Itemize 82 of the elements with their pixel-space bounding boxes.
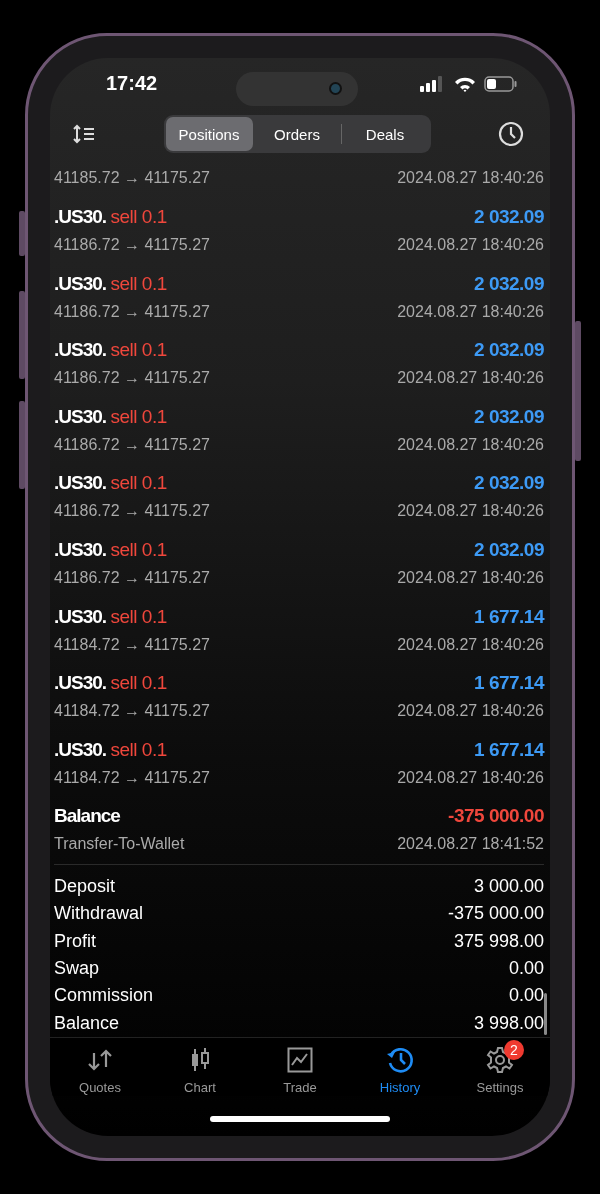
scroll-bar <box>544 993 547 1035</box>
nav-tab[interactable]: Chart <box>150 1038 250 1097</box>
deal-time: 2024.08.27 18:40:26 <box>397 435 544 454</box>
profit-amount: 1 677.14 <box>474 738 544 761</box>
price-range: 41185.72 → 41175.27 <box>54 168 210 187</box>
deal-time: 2024.08.27 18:40:26 <box>397 768 544 787</box>
deal-type: sell 0.1 <box>110 339 167 361</box>
symbol-label: .US30. <box>54 472 107 494</box>
nav-tab[interactable]: Quotes <box>50 1038 150 1097</box>
price-range: 41186.72 → 41175.27 <box>54 236 210 254</box>
profit-amount: 2 032.09 <box>474 405 544 428</box>
profit-amount: 1 677.14 <box>474 672 544 695</box>
deal-time: 2024.08.27 18:40:26 <box>397 236 544 254</box>
arrows-icon <box>86 1047 114 1073</box>
profit-amount: 2 032.09 <box>474 206 544 228</box>
summary-value: 0.00 <box>508 985 544 1007</box>
profit-amount: 2 032.09 <box>474 272 544 295</box>
deal-type: sell 0.1 <box>110 605 167 627</box>
summary-label: Commission <box>54 985 154 1007</box>
profit-amount: -375 000.00 <box>448 805 544 828</box>
symbol-label: .US30. <box>54 738 107 760</box>
deal-time: 2024.08.27 18:40:26 <box>397 702 544 721</box>
price-range: 41186.72 → 41175.27 <box>54 502 210 521</box>
battery-icon <box>484 75 518 92</box>
deal-type: sell 0.1 <box>110 206 167 227</box>
summary-label: Swap <box>54 958 100 979</box>
balance-label: Balance <box>54 805 120 828</box>
deal-type: sell 0.1 <box>110 672 167 694</box>
summary-label: Withdrawal <box>54 903 144 925</box>
candlestick-icon <box>189 1047 211 1073</box>
summary-value: 375 998.00 <box>453 930 544 952</box>
deal-type: sell 0.1 <box>110 472 167 494</box>
symbol-label: .US30. <box>54 272 107 294</box>
price-range: 41186.72 → 41175.27 <box>54 302 210 321</box>
symbol-label: .US30. <box>54 672 107 694</box>
price-range: 41186.72 → 41175.27 <box>54 568 210 587</box>
deal-type: sell 0.1 <box>110 738 167 760</box>
summary-label: Deposit <box>54 875 116 897</box>
wifi-icon <box>454 75 476 92</box>
summary-value: -375 000.00 <box>447 903 544 925</box>
notification-badge: 2 <box>504 1040 524 1060</box>
tab[interactable]: Deals <box>341 117 429 152</box>
profit-amount: 2 032.09 <box>474 472 544 495</box>
price-range: 41186.72 → 41175.27 <box>54 369 210 388</box>
symbol-label: .US30. <box>54 206 107 227</box>
price-range: 41184.72 → 41175.27 <box>54 768 210 787</box>
tab[interactable]: Orders <box>253 117 341 152</box>
deal-type: sell 0.1 <box>110 272 167 294</box>
clock-icon[interactable] <box>498 121 524 148</box>
nav-tab[interactable]: Trade <box>250 1038 350 1097</box>
tab[interactable]: Positions <box>165 117 253 152</box>
deal-type: sell 0.1 <box>110 538 167 560</box>
nav-tab[interactable]: History <box>350 1038 450 1097</box>
profit-amount: 2 032.09 <box>474 538 544 561</box>
deal-time: 2024.08.27 18:40:26 <box>397 168 544 187</box>
sort-icon[interactable] <box>72 124 96 145</box>
deal-comment: Transfer-To-Wallet <box>54 835 185 854</box>
nav-tab[interactable]: 2 Settings <box>450 1038 550 1097</box>
history-icon <box>386 1046 414 1074</box>
price-range: 41184.72 → 41175.27 <box>54 635 210 654</box>
symbol-label: .US30. <box>54 538 107 560</box>
price-range: 41186.72 → 41175.27 <box>54 435 210 454</box>
price-range: 41184.72 → 41175.27 <box>54 702 210 721</box>
deal-type: sell 0.1 <box>110 405 167 427</box>
symbol-label: .US30. <box>54 405 107 427</box>
line-chart-icon <box>287 1047 313 1073</box>
profit-amount: 2 032.09 <box>474 339 544 362</box>
deal-time: 2024.08.27 18:40:26 <box>397 302 544 321</box>
summary-value: 3 000.00 <box>473 875 544 897</box>
summary-label: Balance <box>54 1012 120 1034</box>
summary-value: 3 998.00 <box>473 1012 544 1034</box>
profit-amount: 1 677.14 <box>474 605 544 628</box>
symbol-label: .US30. <box>54 339 107 361</box>
summary-label: Profit <box>54 930 96 952</box>
deal-time: 2024.08.27 18:41:52 <box>397 835 544 854</box>
deal-time: 2024.08.27 18:40:26 <box>397 635 544 654</box>
deal-time: 2024.08.27 18:40:26 <box>397 502 544 521</box>
symbol-label: .US30. <box>54 605 107 627</box>
status-time: 17:42 <box>106 72 159 96</box>
deal-time: 2024.08.27 18:40:26 <box>397 568 544 587</box>
deal-time: 2024.08.27 18:40:26 <box>397 369 544 388</box>
summary-value: 0.00 <box>508 958 544 979</box>
